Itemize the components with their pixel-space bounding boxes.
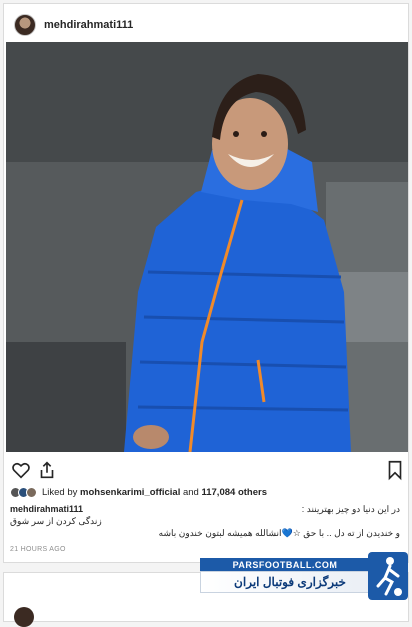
post-timestamp: 21 HOURS AGO xyxy=(10,546,66,553)
avatar[interactable] xyxy=(14,607,34,627)
likes-count[interactable]: 117,084 others xyxy=(201,487,267,498)
post-photo[interactable] xyxy=(6,42,408,452)
likes-user[interactable]: mohsenkarimi_official xyxy=(80,487,180,498)
photo-scene xyxy=(6,42,408,452)
avatar xyxy=(26,486,37,498)
bookmark-icon[interactable] xyxy=(384,459,406,481)
football-player-icon xyxy=(368,552,408,600)
heart-icon[interactable] xyxy=(10,459,32,481)
watermark-domain: PARSFOOTBALL.COM xyxy=(200,558,370,571)
post-header: mehdirahmati111 xyxy=(4,4,408,46)
post-caption: mehdirahmati111 در این دنیا دو چیز بهتری… xyxy=(10,503,400,539)
post-actions xyxy=(0,455,412,485)
caption-line-2: زندگی کردن از سر شوق xyxy=(10,516,102,526)
avatar[interactable] xyxy=(14,14,36,36)
caption-username[interactable]: mehdirahmati111 xyxy=(10,503,83,515)
post-username[interactable]: mehdirahmati111 xyxy=(44,19,133,31)
likes-row: Liked by mohsenkarimi_official and 117,0… xyxy=(10,485,267,499)
caption-line-3: و خندیدن از ته دل .. با حق ☆💙انشالله همی… xyxy=(158,528,400,538)
share-icon[interactable] xyxy=(36,459,58,481)
watermark-title: خبرگزاری فوتبال ایران xyxy=(200,571,380,593)
likes-summary[interactable]: Liked by mohsenkarimi_official and 117,0… xyxy=(42,487,267,498)
caption-line-1: در این دنیا دو چیز بهترینند : xyxy=(301,504,400,514)
liker-avatars xyxy=(10,486,37,498)
parsfootball-watermark: PARSFOOTBALL.COM خبرگزاری فوتبال ایران xyxy=(200,548,410,604)
likes-prefix: Liked by xyxy=(42,486,78,498)
likes-and: and xyxy=(182,486,199,498)
